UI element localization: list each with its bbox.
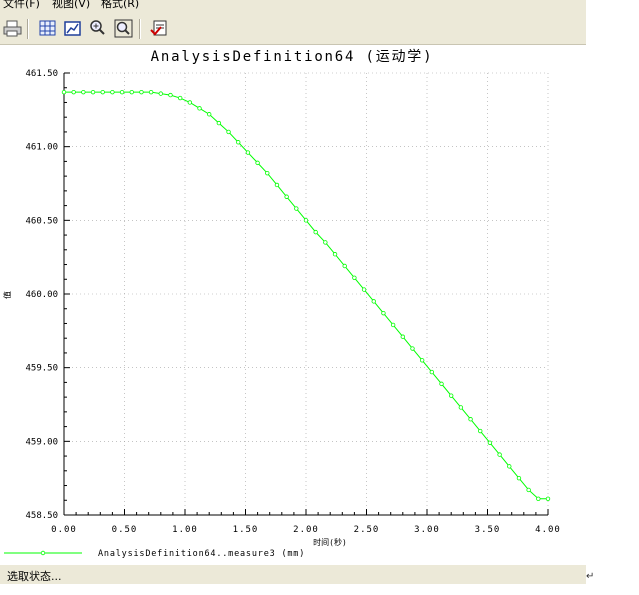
chart-title: AnalysisDefinition64 (运动学) — [151, 49, 434, 65]
data-point — [361, 287, 367, 292]
data-point — [206, 112, 212, 117]
legend-label: AnalysisDefinition64..measure3 (mm) — [98, 549, 305, 559]
status-bar: 选取状态... — [0, 564, 586, 584]
data-point — [352, 275, 357, 280]
data-point — [245, 150, 251, 155]
status-text: 选取状态... — [7, 570, 62, 583]
series-group — [61, 89, 551, 501]
y-tick-label: 460.00 — [25, 290, 58, 300]
data-point — [536, 496, 541, 501]
data-point — [323, 240, 328, 245]
data-point — [439, 381, 444, 387]
data-point — [90, 89, 96, 95]
data-point — [478, 428, 483, 434]
menu-format[interactable]: 格式(R) — [101, 0, 139, 9]
menu-file[interactable]: 文件(F) — [3, 0, 40, 9]
data-point — [61, 89, 67, 95]
data-point — [265, 170, 270, 176]
data-point — [216, 120, 222, 126]
data-point — [148, 89, 154, 95]
data-point — [110, 89, 115, 95]
print-icon[interactable] — [2, 18, 23, 39]
page-margin — [586, 0, 639, 595]
data-point — [255, 160, 260, 166]
x-tick-label: 1.00 — [172, 525, 198, 535]
data-point — [516, 475, 522, 481]
data-point — [468, 417, 473, 422]
x-axis-label: 时间(秒) — [313, 537, 347, 547]
data-point — [332, 252, 338, 257]
data-point — [381, 310, 386, 316]
x-tick-label: 0.00 — [51, 525, 77, 535]
data-point — [303, 218, 309, 223]
data-point — [487, 440, 493, 446]
data-point — [294, 206, 299, 211]
data-point — [419, 358, 425, 363]
data-point — [158, 91, 163, 96]
data-point — [313, 229, 318, 235]
data-point — [497, 452, 502, 457]
zoom-in-icon[interactable] — [87, 18, 108, 39]
y-tick-label: 459.00 — [25, 437, 58, 447]
y-tick-label: 458.50 — [25, 511, 58, 521]
legend-marker — [40, 550, 46, 556]
y-tick-label: 459.50 — [25, 364, 58, 374]
zoom-window-icon[interactable] — [113, 18, 134, 39]
data-point — [284, 194, 289, 199]
data-point — [197, 106, 202, 111]
x-tick-label: 2.50 — [354, 525, 380, 535]
legend: AnalysisDefinition64..measure3 (mm) — [4, 549, 305, 559]
toolbar-separator — [27, 19, 29, 39]
toolbar-separator — [139, 19, 141, 39]
data-point — [545, 496, 551, 501]
data-point — [139, 89, 144, 95]
data-point — [177, 95, 183, 101]
x-tick-label: 3.00 — [414, 525, 440, 535]
x-tick-label: 1.50 — [233, 525, 259, 535]
data-point — [390, 322, 396, 328]
export-icon[interactable] — [149, 18, 170, 39]
x-tick-label: 4.00 — [535, 525, 561, 535]
data-point — [71, 89, 76, 95]
menu-view[interactable]: 视图(V) — [52, 0, 90, 9]
x-tick-label: 0.50 — [112, 525, 138, 535]
y-tick-label: 461.50 — [25, 69, 58, 79]
menu-bar: 文件(F) 视图(V) 格式(R) — [0, 0, 586, 14]
data-point — [274, 182, 280, 188]
data-point — [400, 334, 405, 339]
data-point — [129, 89, 134, 95]
data-point — [449, 393, 454, 398]
y-tick-label: 461.00 — [25, 143, 58, 153]
chart-format-icon[interactable] — [62, 18, 83, 39]
data-point — [371, 299, 376, 304]
chart-area: 0.00 0.50 1.00 1.50 2.00 2.50 3.00 3.50 4.00 461.… — [2, 49, 561, 559]
y-tick-label: 460.50 — [25, 216, 58, 226]
grid-icon[interactable] — [37, 18, 58, 39]
data-point — [119, 89, 125, 95]
data-point — [187, 100, 193, 105]
data-point — [226, 129, 231, 135]
data-point — [410, 346, 415, 351]
data-point — [429, 369, 435, 375]
data-point — [236, 140, 241, 145]
y-axis-label: 值 — [2, 291, 12, 299]
data-point — [168, 92, 173, 98]
tick-labels: 0.00 0.50 1.00 1.50 2.00 2.50 3.00 3.50 4.00 461.… — [25, 69, 561, 535]
data-point — [81, 89, 86, 95]
data-point — [507, 464, 512, 469]
data-point — [100, 89, 105, 95]
x-tick-label: 2.00 — [293, 525, 319, 535]
data-point — [458, 405, 464, 410]
return-mark-icon: ↵ — [586, 571, 595, 582]
x-tick-label: 3.50 — [475, 525, 501, 535]
grid-lines — [64, 72, 549, 515]
data-point — [342, 263, 347, 269]
toolbar — [0, 14, 586, 45]
data-point — [526, 487, 531, 493]
